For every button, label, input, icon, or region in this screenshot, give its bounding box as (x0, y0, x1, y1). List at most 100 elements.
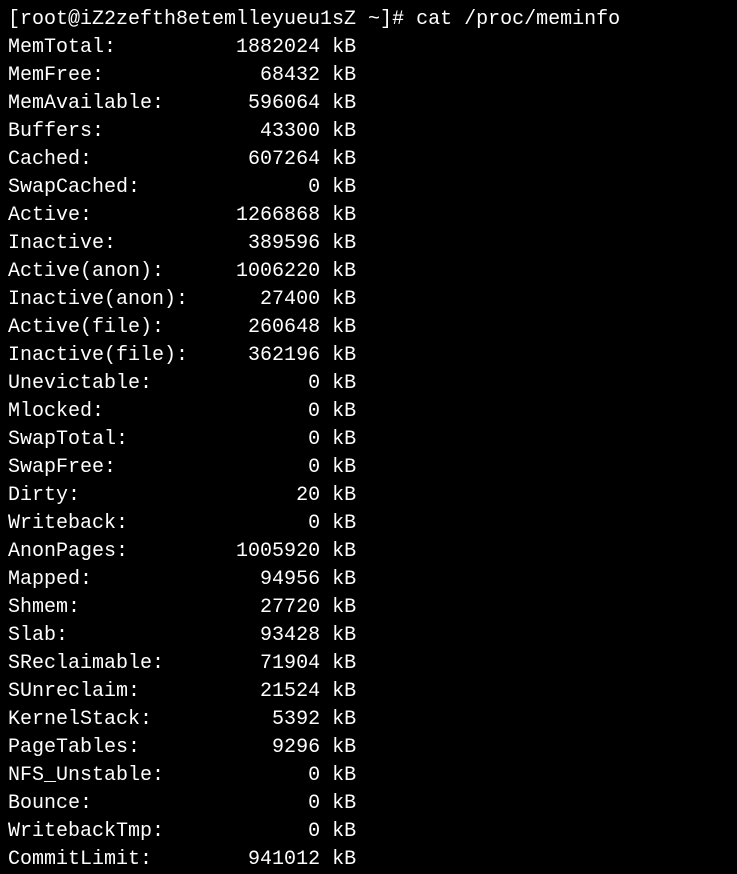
meminfo-value: 5392 (200, 706, 320, 734)
meminfo-value: 0 (200, 174, 320, 202)
meminfo-label: NFS_Unstable: (8, 762, 164, 790)
meminfo-row: MemAvailable: 596064 kB (8, 90, 729, 118)
meminfo-unit: kB (332, 454, 356, 482)
meminfo-unit: kB (332, 286, 356, 314)
meminfo-value: 0 (200, 790, 320, 818)
meminfo-row: AnonPages: 1005920 kB (8, 538, 729, 566)
meminfo-row: SReclaimable: 71904 kB (8, 650, 729, 678)
meminfo-row: NFS_Unstable: 0 kB (8, 762, 729, 790)
meminfo-label: Writeback: (8, 510, 128, 538)
meminfo-label: Active(file): (8, 314, 164, 342)
meminfo-label: Bounce: (8, 790, 92, 818)
meminfo-row: Cached: 607264 kB (8, 146, 729, 174)
meminfo-label: SReclaimable: (8, 650, 164, 678)
meminfo-label: KernelStack: (8, 706, 152, 734)
meminfo-unit: kB (332, 146, 356, 174)
meminfo-row: Slab: 93428 kB (8, 622, 729, 650)
meminfo-label: Unevictable: (8, 370, 152, 398)
meminfo-unit: kB (332, 202, 356, 230)
meminfo-value: 596064 (200, 90, 320, 118)
meminfo-value: 1266868 (200, 202, 320, 230)
meminfo-unit: kB (332, 426, 356, 454)
meminfo-label: Mapped: (8, 566, 92, 594)
meminfo-row: MemTotal: 1882024 kB (8, 34, 729, 62)
meminfo-label: MemAvailable: (8, 90, 164, 118)
meminfo-value: 21524 (200, 678, 320, 706)
meminfo-label: PageTables: (8, 734, 140, 762)
meminfo-label: Shmem: (8, 594, 80, 622)
meminfo-label: AnonPages: (8, 538, 128, 566)
meminfo-label: Buffers: (8, 118, 104, 146)
meminfo-label: SUnreclaim: (8, 678, 140, 706)
meminfo-label: SwapTotal: (8, 426, 128, 454)
meminfo-label: Active(anon): (8, 258, 164, 286)
meminfo-row: SwapTotal: 0 kB (8, 426, 729, 454)
meminfo-value: 94956 (200, 566, 320, 594)
meminfo-unit: kB (332, 370, 356, 398)
meminfo-value: 0 (200, 454, 320, 482)
meminfo-value: 941012 (200, 846, 320, 874)
meminfo-label: Inactive: (8, 230, 116, 258)
meminfo-value: 0 (200, 370, 320, 398)
meminfo-value: 0 (200, 818, 320, 846)
meminfo-value: 362196 (200, 342, 320, 370)
meminfo-value: 607264 (200, 146, 320, 174)
meminfo-row: Buffers: 43300 kB (8, 118, 729, 146)
meminfo-unit: kB (332, 762, 356, 790)
meminfo-row: SUnreclaim: 21524 kB (8, 678, 729, 706)
meminfo-row: Dirty: 20 kB (8, 482, 729, 510)
meminfo-row: SwapCached: 0 kB (8, 174, 729, 202)
meminfo-value: 43300 (200, 118, 320, 146)
meminfo-label: MemTotal: (8, 34, 116, 62)
meminfo-unit: kB (332, 678, 356, 706)
meminfo-value: 260648 (200, 314, 320, 342)
meminfo-row: WritebackTmp: 0 kB (8, 818, 729, 846)
meminfo-unit: kB (332, 594, 356, 622)
meminfo-value: 93428 (200, 622, 320, 650)
meminfo-unit: kB (332, 566, 356, 594)
meminfo-row: Writeback: 0 kB (8, 510, 729, 538)
meminfo-value: 0 (200, 762, 320, 790)
meminfo-row: Active(anon): 1006220 kB (8, 258, 729, 286)
meminfo-row: Active: 1266868 kB (8, 202, 729, 230)
meminfo-row: CommitLimit: 941012 kB (8, 846, 729, 874)
meminfo-row: SwapFree: 0 kB (8, 454, 729, 482)
meminfo-output: MemTotal: 1882024 kBMemFree: 68432 kBMem… (8, 34, 729, 874)
meminfo-label: SwapCached: (8, 174, 140, 202)
meminfo-unit: kB (332, 538, 356, 566)
meminfo-value: 0 (200, 398, 320, 426)
meminfo-row: PageTables: 9296 kB (8, 734, 729, 762)
meminfo-value: 0 (200, 510, 320, 538)
meminfo-label: Slab: (8, 622, 68, 650)
meminfo-value: 9296 (200, 734, 320, 762)
meminfo-unit: kB (332, 706, 356, 734)
meminfo-unit: kB (332, 230, 356, 258)
meminfo-row: Active(file): 260648 kB (8, 314, 729, 342)
meminfo-unit: kB (332, 650, 356, 678)
meminfo-value: 1882024 (200, 34, 320, 62)
meminfo-row: MemFree: 68432 kB (8, 62, 729, 90)
meminfo-value: 27400 (200, 286, 320, 314)
meminfo-label: Dirty: (8, 482, 80, 510)
meminfo-unit: kB (332, 818, 356, 846)
meminfo-row: Shmem: 27720 kB (8, 594, 729, 622)
meminfo-unit: kB (332, 398, 356, 426)
meminfo-row: Inactive: 389596 kB (8, 230, 729, 258)
meminfo-unit: kB (332, 342, 356, 370)
meminfo-row: Inactive(anon): 27400 kB (8, 286, 729, 314)
meminfo-label: Mlocked: (8, 398, 104, 426)
meminfo-value: 20 (200, 482, 320, 510)
meminfo-unit: kB (332, 118, 356, 146)
meminfo-unit: kB (332, 258, 356, 286)
meminfo-value: 389596 (200, 230, 320, 258)
meminfo-value: 68432 (200, 62, 320, 90)
meminfo-value: 1005920 (200, 538, 320, 566)
meminfo-unit: kB (332, 482, 356, 510)
meminfo-unit: kB (332, 790, 356, 818)
meminfo-row: Unevictable: 0 kB (8, 370, 729, 398)
shell-prompt: [root@iZ2zefth8etemlleyueu1sZ ~]# cat /p… (8, 6, 729, 34)
meminfo-label: WritebackTmp: (8, 818, 164, 846)
meminfo-label: SwapFree: (8, 454, 116, 482)
meminfo-value: 27720 (200, 594, 320, 622)
meminfo-row: Mapped: 94956 kB (8, 566, 729, 594)
